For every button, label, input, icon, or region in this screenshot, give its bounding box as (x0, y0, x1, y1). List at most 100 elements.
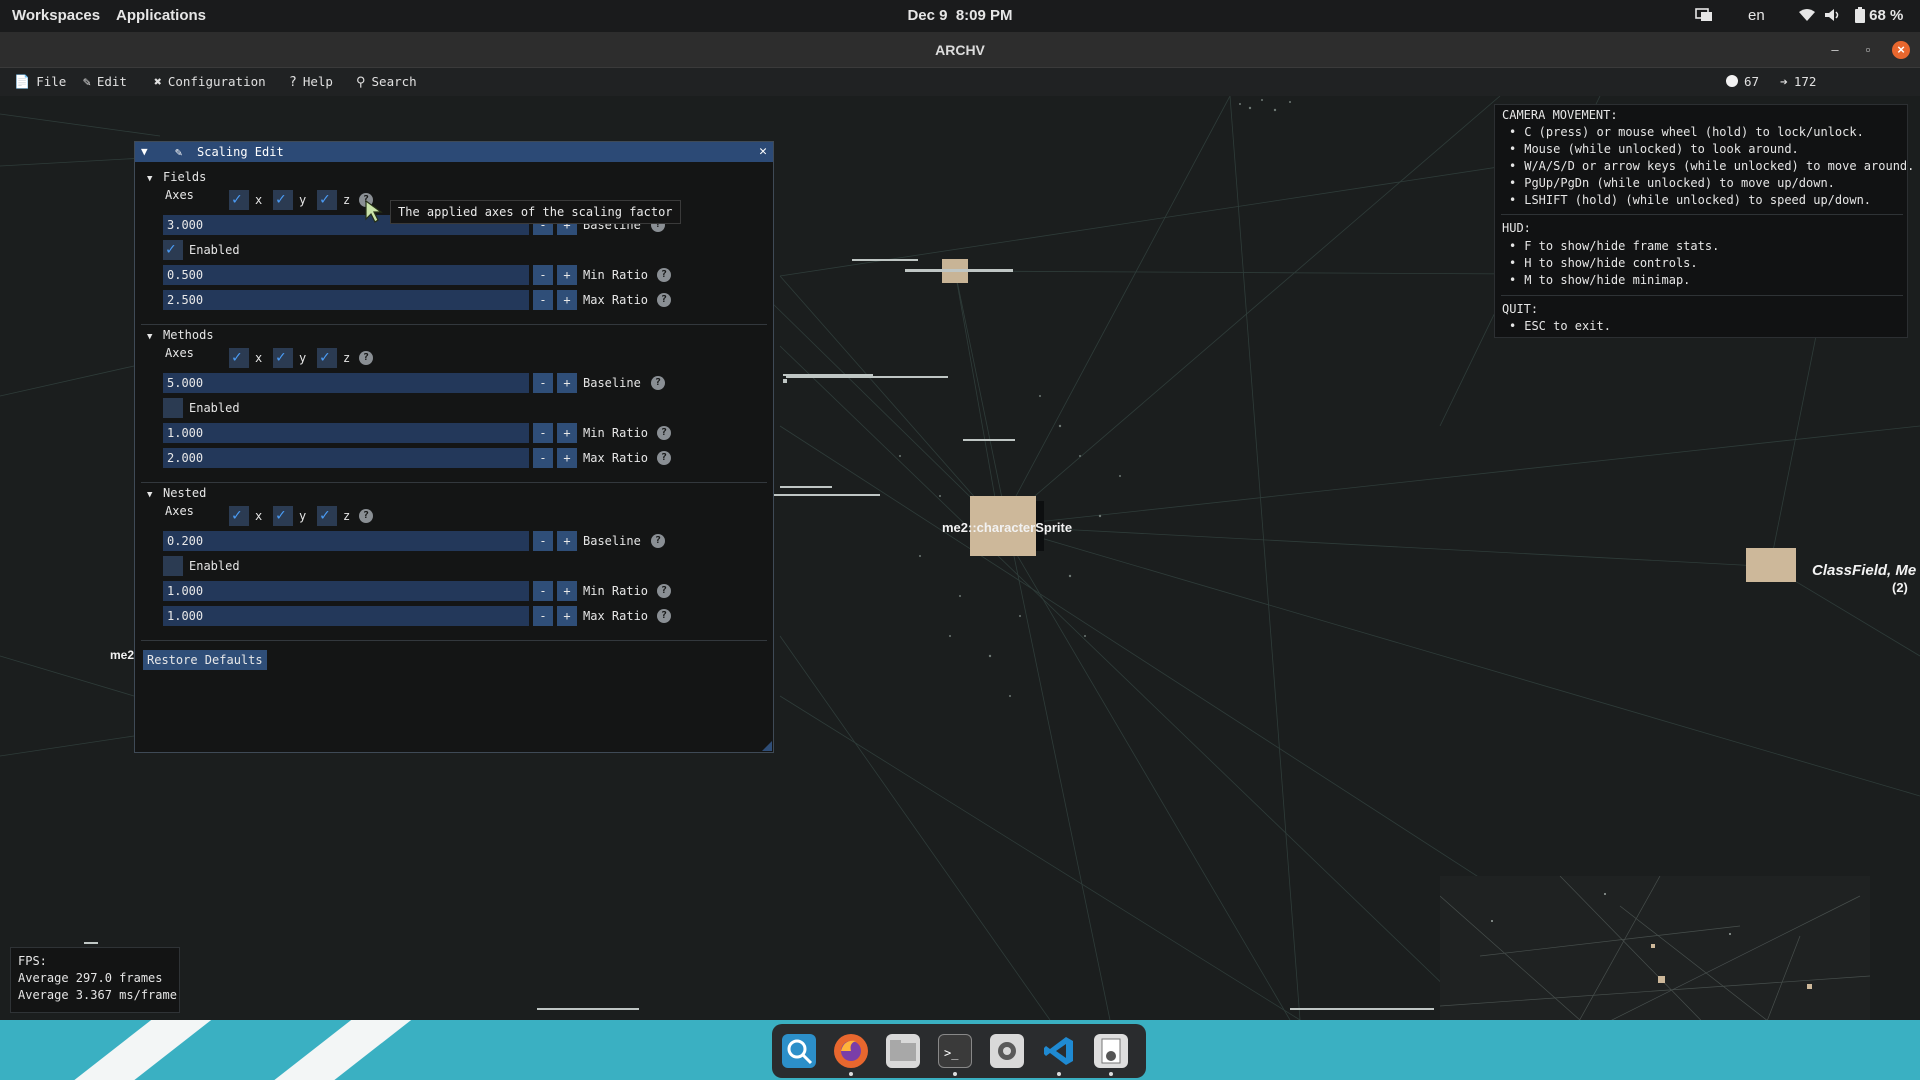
dock-archv-icon[interactable] (1094, 1034, 1128, 1068)
menu-help[interactable]: ? Help (289, 68, 333, 96)
file-icon: 📄 (14, 75, 31, 90)
menu-edit[interactable]: ✎ Edit (83, 68, 127, 96)
fields-enabled-checkbox[interactable]: ✓ (163, 239, 183, 260)
methods-max-ratio-label: Max Ratio (583, 451, 649, 465)
resize-grip-icon[interactable] (762, 741, 772, 751)
hud-heading: HUD: (1502, 221, 1531, 235)
nested-max-ratio-minus-button[interactable]: - (533, 606, 553, 626)
nested-baseline-help-icon[interactable]: ? (651, 534, 665, 548)
fields-axis-y-checkbox[interactable]: ✓ (273, 189, 293, 210)
app-menu-bar: 📄 File ✎ Edit ✖ Configuration ? Help ⚲ Search… (0, 68, 1920, 96)
fields-max-ratio-minus-button[interactable]: - (533, 290, 553, 310)
nested-baseline-minus-button[interactable]: - (533, 531, 553, 551)
nested-min-ratio-input[interactable]: 1.000 (163, 581, 529, 601)
wifi-icon[interactable] (1798, 0, 1816, 32)
nested-min-ratio-help-icon[interactable]: ? (657, 584, 671, 598)
methods-baseline-plus-button[interactable]: + (557, 373, 577, 393)
collapse-triangle-icon[interactable]: ▼ (141, 142, 148, 162)
methods-min-ratio-label: Min Ratio (583, 426, 649, 440)
battery-percent: 68 % (1869, 7, 1904, 24)
methods-min-ratio-minus-button[interactable]: - (533, 423, 553, 443)
methods-baseline-input[interactable]: 5.000 (163, 373, 529, 393)
fields-axis-z-checkbox[interactable]: ✓ (317, 189, 337, 210)
methods-axes-help-icon[interactable]: ? (359, 351, 373, 365)
methods-max-ratio-minus-button[interactable]: - (533, 448, 553, 468)
methods-enabled-checkbox[interactable] (163, 398, 183, 418)
methods-baseline-help-icon[interactable]: ? (651, 376, 665, 390)
fields-min-ratio-help-icon[interactable]: ? (657, 268, 671, 282)
fields-max-ratio-label: Max Ratio (583, 293, 649, 307)
methods-min-ratio-help-icon[interactable]: ? (657, 426, 671, 440)
nested-baseline-plus-button[interactable]: + (557, 531, 577, 551)
dock-firefox-icon[interactable] (834, 1034, 868, 1068)
methods-axis-x-checkbox[interactable]: ✓ (229, 347, 249, 368)
check-icon: ✓ (166, 239, 176, 258)
maximize-button[interactable]: ▫ (1859, 41, 1877, 59)
nested-enabled-checkbox[interactable] (163, 556, 183, 576)
menu-configuration[interactable]: ✖ Configuration (154, 68, 266, 96)
check-icon: ✓ (276, 347, 286, 366)
dock-running-indicator (849, 1072, 853, 1076)
methods-axis-z-checkbox[interactable]: ✓ (317, 347, 337, 368)
fields-axis-x-label: x (255, 193, 263, 207)
nested-max-ratio-input[interactable]: 1.000 (163, 606, 529, 626)
section-nested-header[interactable]: ▼ Nested (147, 485, 206, 501)
quit-heading: QUIT: (1502, 302, 1539, 316)
svg-text:>_: >_ (944, 1046, 959, 1060)
arrow-right-icon: ➔ (1780, 75, 1788, 90)
nested-baseline-input[interactable]: 0.200 (163, 531, 529, 551)
nested-axis-x-checkbox[interactable]: ✓ (229, 505, 249, 526)
section-fields-header[interactable]: ▼ Fields (147, 169, 206, 185)
panel-header[interactable]: ▼ ✎ Scaling Edit ✕ (135, 142, 773, 162)
nested-min-ratio-plus-button[interactable]: + (557, 581, 577, 601)
vertices-count-value: 67 (1744, 74, 1760, 89)
fields-max-ratio-help-icon[interactable]: ? (657, 293, 671, 307)
methods-axis-y-checkbox[interactable]: ✓ (273, 347, 293, 368)
nested-axes-help-icon[interactable]: ? (359, 509, 373, 523)
axes-tooltip: The applied axes of the scaling factor (390, 200, 681, 224)
dock-files-icon[interactable] (886, 1034, 920, 1068)
display-icon[interactable] (1695, 0, 1713, 32)
nested-max-ratio-help-icon[interactable]: ? (657, 609, 671, 623)
close-panel-button[interactable]: ✕ (759, 142, 767, 162)
methods-max-ratio-plus-button[interactable]: + (557, 448, 577, 468)
methods-baseline-minus-button[interactable]: - (533, 373, 553, 393)
methods-max-ratio-input[interactable]: 2.000 (163, 448, 529, 468)
language-indicator[interactable]: en (1748, 0, 1765, 32)
methods-max-ratio-help-icon[interactable]: ? (657, 451, 671, 465)
section-methods-header[interactable]: ▼ Methods (147, 327, 214, 343)
volume-icon[interactable] (1824, 0, 1842, 32)
minimap[interactable] (1439, 875, 1871, 1020)
minimize-button[interactable]: – (1826, 41, 1844, 59)
menu-file[interactable]: 📄 File (14, 68, 66, 96)
dock-vscode-icon[interactable] (1042, 1034, 1076, 1068)
methods-min-ratio-input[interactable]: 1.000 (163, 423, 529, 443)
fields-max-ratio-input[interactable]: 2.500 (163, 290, 529, 310)
nested-axis-z-checkbox[interactable]: ✓ (317, 505, 337, 526)
battery-indicator[interactable]: 68 % (1855, 0, 1903, 32)
dock: >_ (772, 1024, 1146, 1078)
nested-min-ratio-minus-button[interactable]: - (533, 581, 553, 601)
fields-min-ratio-input[interactable]: 0.500 (163, 265, 529, 285)
methods-min-ratio-plus-button[interactable]: + (557, 423, 577, 443)
nested-max-ratio-plus-button[interactable]: + (557, 606, 577, 626)
clock[interactable]: Dec 9 8:09 PM (0, 0, 1920, 32)
fields-max-ratio-plus-button[interactable]: + (557, 290, 577, 310)
nested-axis-y-label: y (299, 509, 307, 523)
graph-node-right[interactable] (1746, 548, 1796, 582)
fields-axis-x-checkbox[interactable]: ✓ (229, 189, 249, 210)
scaling-edit-panel[interactable]: ▼ ✎ Scaling Edit ✕ ▼ Fields Axes ✓ x ✓ y … (134, 141, 774, 753)
dock-settings-icon[interactable] (990, 1034, 1024, 1068)
tools-icon: ✖ (154, 75, 162, 90)
menu-search[interactable]: ⚲ Search (356, 68, 417, 96)
close-window-button[interactable]: × (1892, 41, 1910, 59)
dock-terminal-icon[interactable]: >_ (938, 1034, 972, 1068)
window-title-bar[interactable]: ARCHV – ▫ × (0, 32, 1920, 68)
collapse-triangle-icon: ▼ (147, 174, 153, 184)
nested-axis-y-checkbox[interactable]: ✓ (273, 505, 293, 526)
dock-app-search-icon[interactable] (782, 1034, 816, 1068)
nested-baseline-label: Baseline (583, 534, 641, 548)
fields-min-ratio-plus-button[interactable]: + (557, 265, 577, 285)
fields-min-ratio-minus-button[interactable]: - (533, 265, 553, 285)
restore-defaults-button[interactable]: Restore Defaults (143, 650, 267, 670)
